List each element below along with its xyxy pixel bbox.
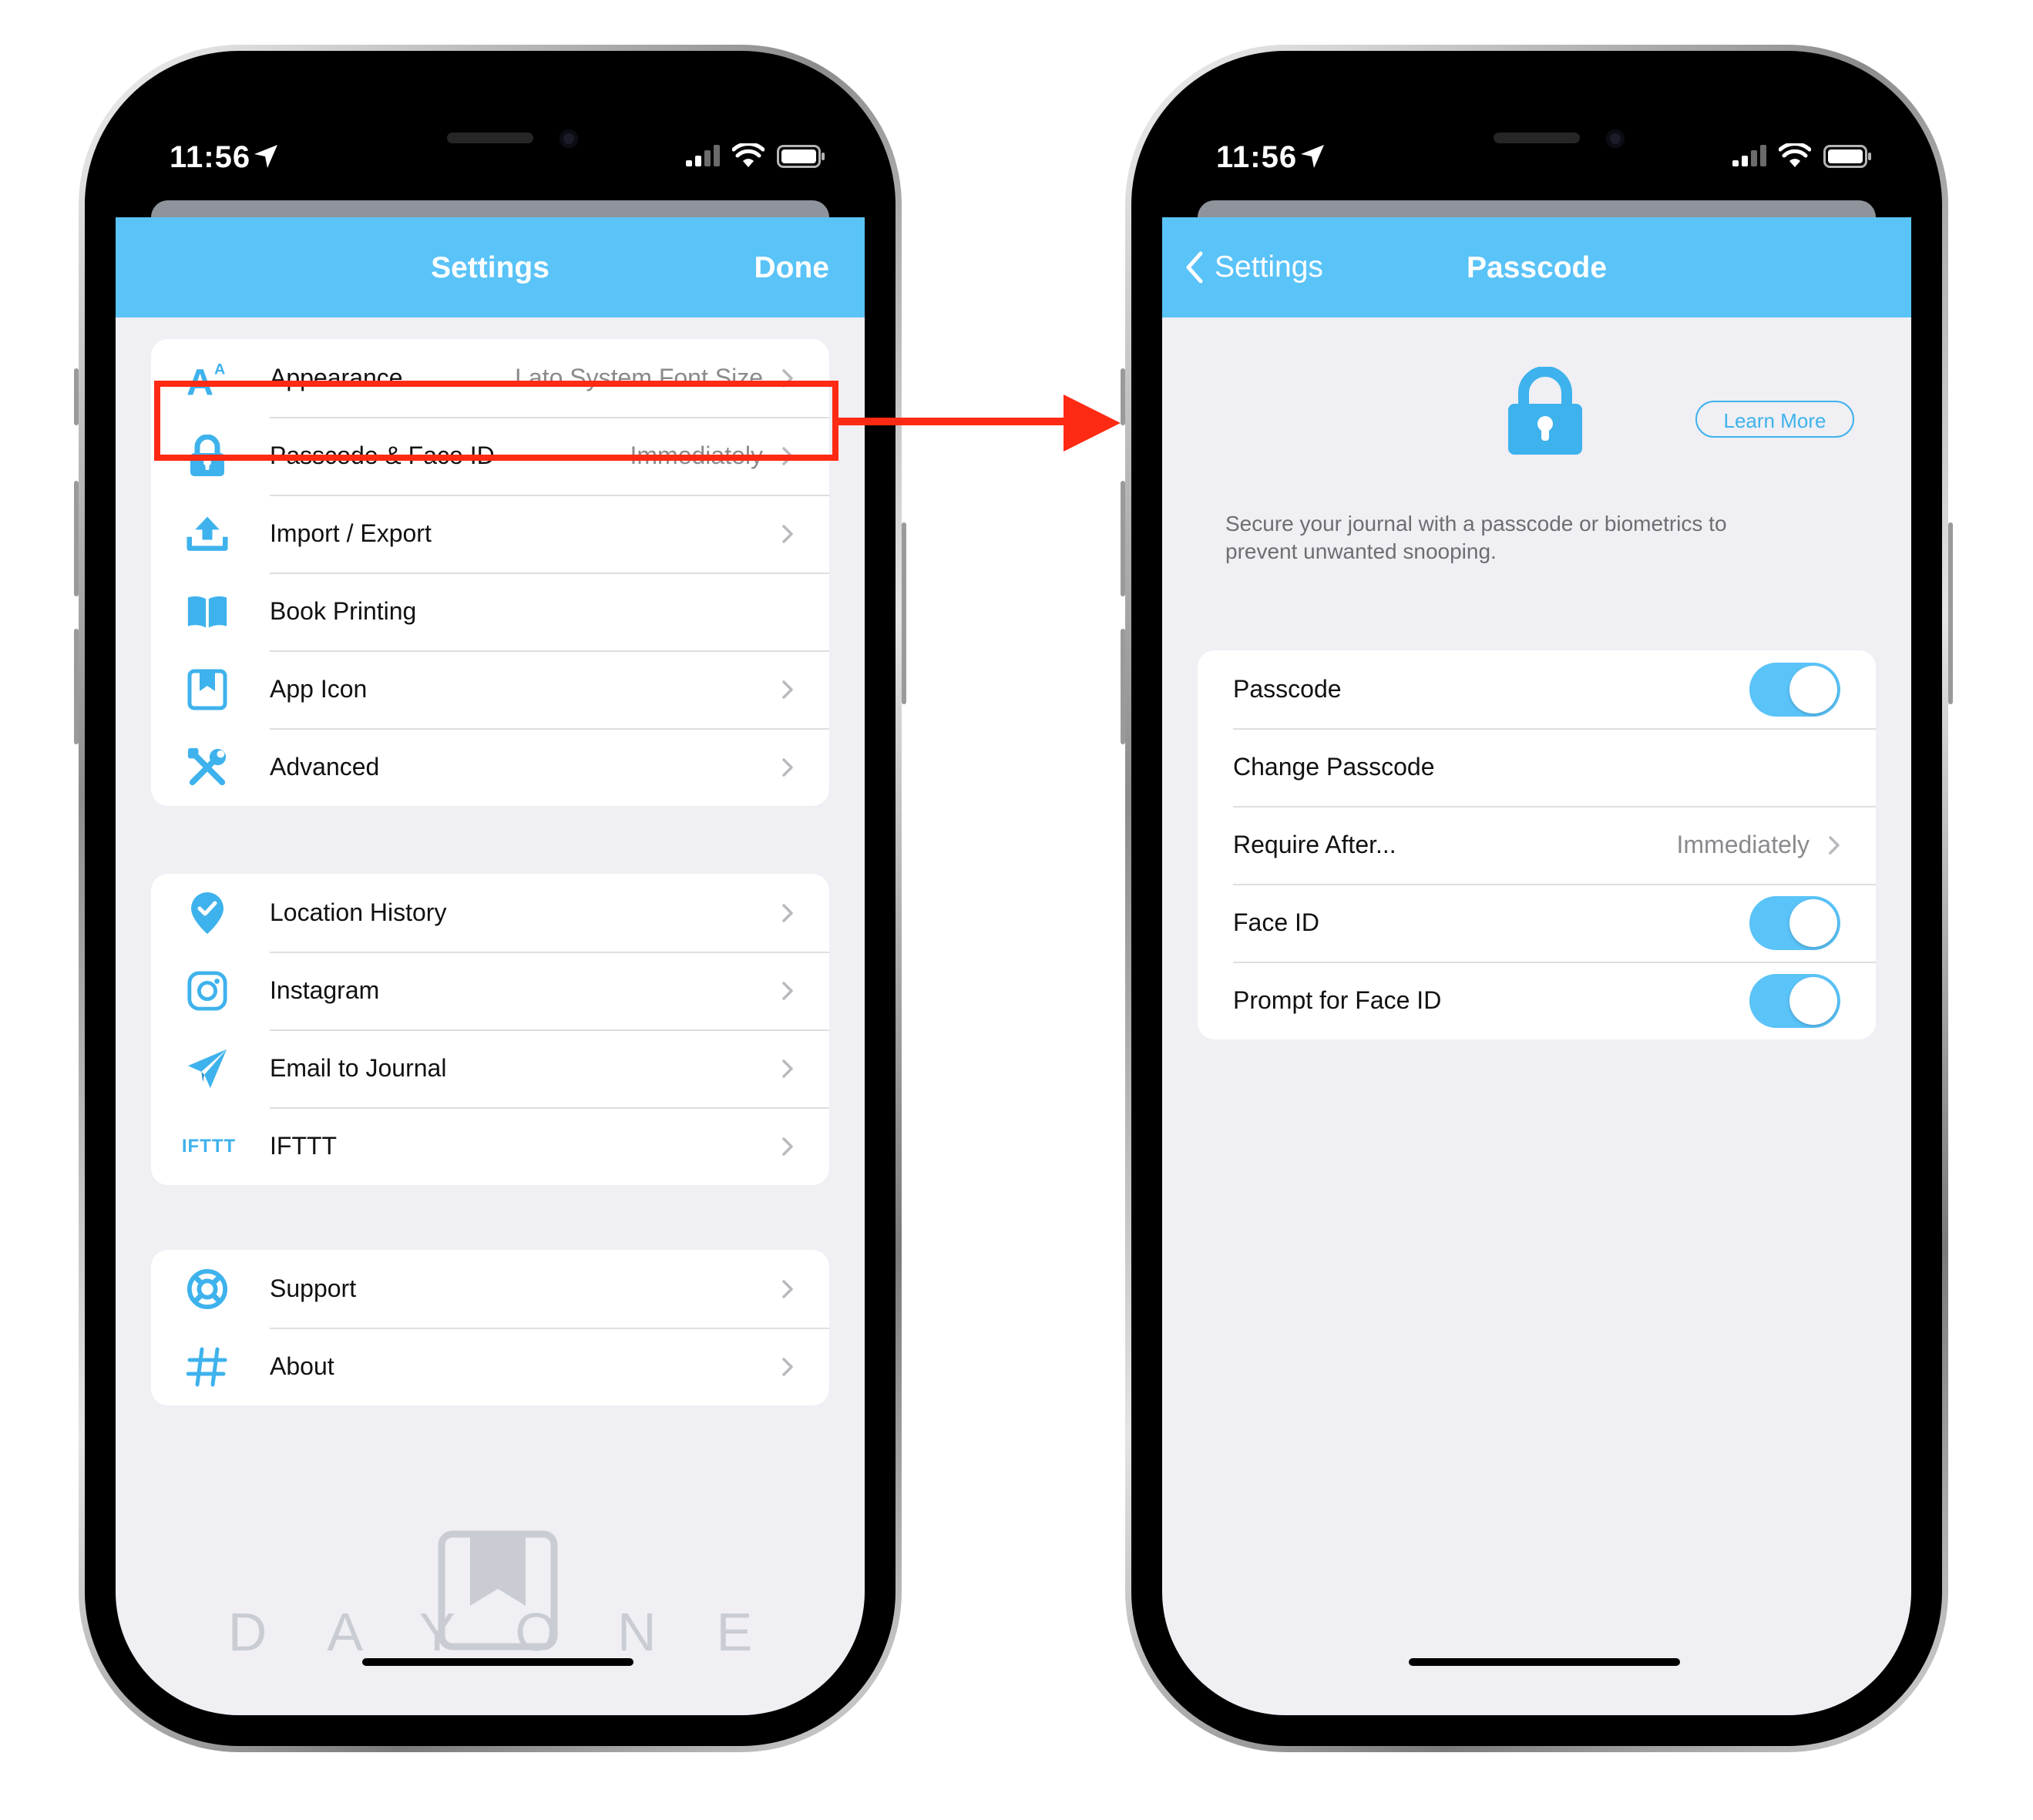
- wifi-icon: [1779, 143, 1811, 167]
- row-require-after[interactable]: Require After... Immediately: [1198, 806, 1876, 884]
- chevron-right-icon: [782, 1137, 793, 1156]
- status-bar: 11:56: [116, 82, 865, 213]
- chevron-right-icon: [782, 1280, 793, 1298]
- row-face-id: Face ID: [1198, 884, 1876, 962]
- learn-more-button[interactable]: Learn More: [1695, 401, 1854, 438]
- chevron-right-icon: [782, 680, 793, 699]
- row-label: Book Printing: [270, 597, 417, 625]
- settings-group-3: Support About: [151, 1250, 829, 1405]
- cellular-signal-icon: [1732, 145, 1766, 166]
- row-label: Location History: [270, 898, 447, 926]
- row-passcode: Passcode: [1198, 650, 1876, 728]
- lock-icon: [1508, 367, 1582, 455]
- location-pin-icon: [186, 892, 228, 934]
- front-camera: [559, 129, 578, 148]
- tools-icon: [186, 747, 228, 788]
- row-label: Instagram: [270, 976, 380, 1004]
- status-time: 11:56: [170, 140, 251, 174]
- row-label: Advanced: [270, 753, 380, 781]
- upload-icon: [186, 513, 228, 555]
- row-label: Change Passcode: [1233, 753, 1435, 781]
- screen: 11:56 Settings Passcode Learn More Secur…: [1162, 82, 1911, 1715]
- settings-group-2: Location History Instagram Email to Jour…: [151, 874, 829, 1185]
- lifebuoy-icon: [186, 1268, 228, 1310]
- chevron-right-icon: [1829, 836, 1840, 855]
- passcode-sheet: Settings Passcode Learn More Secure your…: [1162, 217, 1911, 1715]
- prompt-face-id-toggle[interactable]: [1749, 974, 1840, 1028]
- passcode-description: Secure your journal with a passcode or b…: [1225, 512, 1727, 563]
- highlight-box: [154, 381, 838, 461]
- toggle-knob: [1789, 666, 1837, 714]
- arrow-line: [838, 418, 1070, 425]
- row-ifttt[interactable]: IFTTT IFTTT: [151, 1107, 829, 1185]
- row-value: Immediately: [1676, 831, 1810, 858]
- nav-bar: Settings Done: [116, 217, 865, 317]
- speaker: [1494, 133, 1580, 143]
- book-icon: [186, 591, 228, 633]
- passcode-toggle[interactable]: [1749, 663, 1840, 717]
- chevron-right-icon: [782, 525, 793, 543]
- passcode-settings-group: Passcode Change Passcode Require After..…: [1198, 650, 1876, 1039]
- speaker: [447, 133, 533, 143]
- svg-text:A: A: [214, 361, 225, 378]
- location-arrow-icon: [1301, 145, 1324, 168]
- hash-icon: [186, 1346, 228, 1388]
- face-id-toggle[interactable]: [1749, 896, 1840, 950]
- row-advanced[interactable]: Advanced: [151, 728, 829, 806]
- status-time: 11:56: [1216, 140, 1298, 174]
- phone-right: 11:56 Settings Passcode Learn More Secur…: [1121, 45, 1953, 1752]
- front-camera: [1606, 129, 1625, 148]
- done-button[interactable]: Done: [754, 251, 830, 285]
- side-button: [1948, 522, 1953, 704]
- nav-bar: Settings Passcode: [1162, 217, 1911, 317]
- row-instagram[interactable]: Instagram: [151, 952, 829, 1029]
- row-label: Prompt for Face ID: [1233, 986, 1442, 1014]
- row-label: Support: [270, 1274, 357, 1302]
- row-about[interactable]: About: [151, 1328, 829, 1405]
- row-change-passcode[interactable]: Change Passcode: [1198, 728, 1876, 806]
- chevron-right-icon: [782, 758, 793, 777]
- row-app-icon[interactable]: App Icon: [151, 650, 829, 728]
- paper-plane-icon: [186, 1048, 228, 1090]
- bookmark-icon: [186, 669, 228, 710]
- toggle-knob: [1789, 899, 1837, 947]
- chevron-right-icon: [782, 982, 793, 1000]
- row-label: IFTTT: [270, 1132, 338, 1160]
- row-support[interactable]: Support: [151, 1250, 829, 1328]
- chevron-right-icon: [782, 904, 793, 922]
- ifttt-icon: IFTTT: [182, 1126, 236, 1167]
- phone-left: 11:56 Settings Done A A Appearance Lato …: [74, 45, 906, 1752]
- row-email-to-journal[interactable]: Email to Journal: [151, 1029, 829, 1107]
- row-label: App Icon: [270, 675, 368, 703]
- battery-icon: [1823, 145, 1871, 168]
- side-button: [902, 522, 906, 704]
- day-one-wordmark: DAYONE: [227, 1602, 813, 1662]
- chevron-right-icon: [782, 1358, 793, 1376]
- battery-icon: [777, 145, 825, 168]
- chevron-right-icon: [782, 1059, 793, 1078]
- nav-title: Settings: [431, 251, 549, 284]
- row-label: Email to Journal: [270, 1054, 447, 1082]
- wifi-icon: [732, 143, 764, 167]
- home-indicator: [362, 1658, 633, 1666]
- screen: 11:56 Settings Done A A Appearance Lato …: [116, 82, 865, 1715]
- location-arrow-icon: [254, 145, 277, 168]
- row-label: Passcode: [1233, 675, 1342, 703]
- row-label: Require After...: [1233, 831, 1396, 858]
- toggle-knob: [1789, 977, 1837, 1025]
- home-indicator: [1409, 1658, 1680, 1666]
- instagram-icon: [186, 970, 228, 1012]
- cellular-signal-icon: [686, 145, 720, 166]
- row-label: About: [270, 1352, 334, 1380]
- row-import-export[interactable]: Import / Export: [151, 495, 829, 573]
- ifttt-icon-text: IFTTT: [181, 1136, 237, 1157]
- row-prompt-face-id: Prompt for Face ID: [1198, 962, 1876, 1039]
- row-label: Face ID: [1233, 908, 1320, 936]
- nav-title: Passcode: [1466, 251, 1608, 284]
- row-location-history[interactable]: Location History: [151, 874, 829, 952]
- row-book-printing[interactable]: Book Printing: [151, 573, 829, 650]
- arrow-head: [1064, 395, 1121, 452]
- row-label: Import / Export: [270, 519, 432, 547]
- status-bar: 11:56: [1162, 82, 1911, 213]
